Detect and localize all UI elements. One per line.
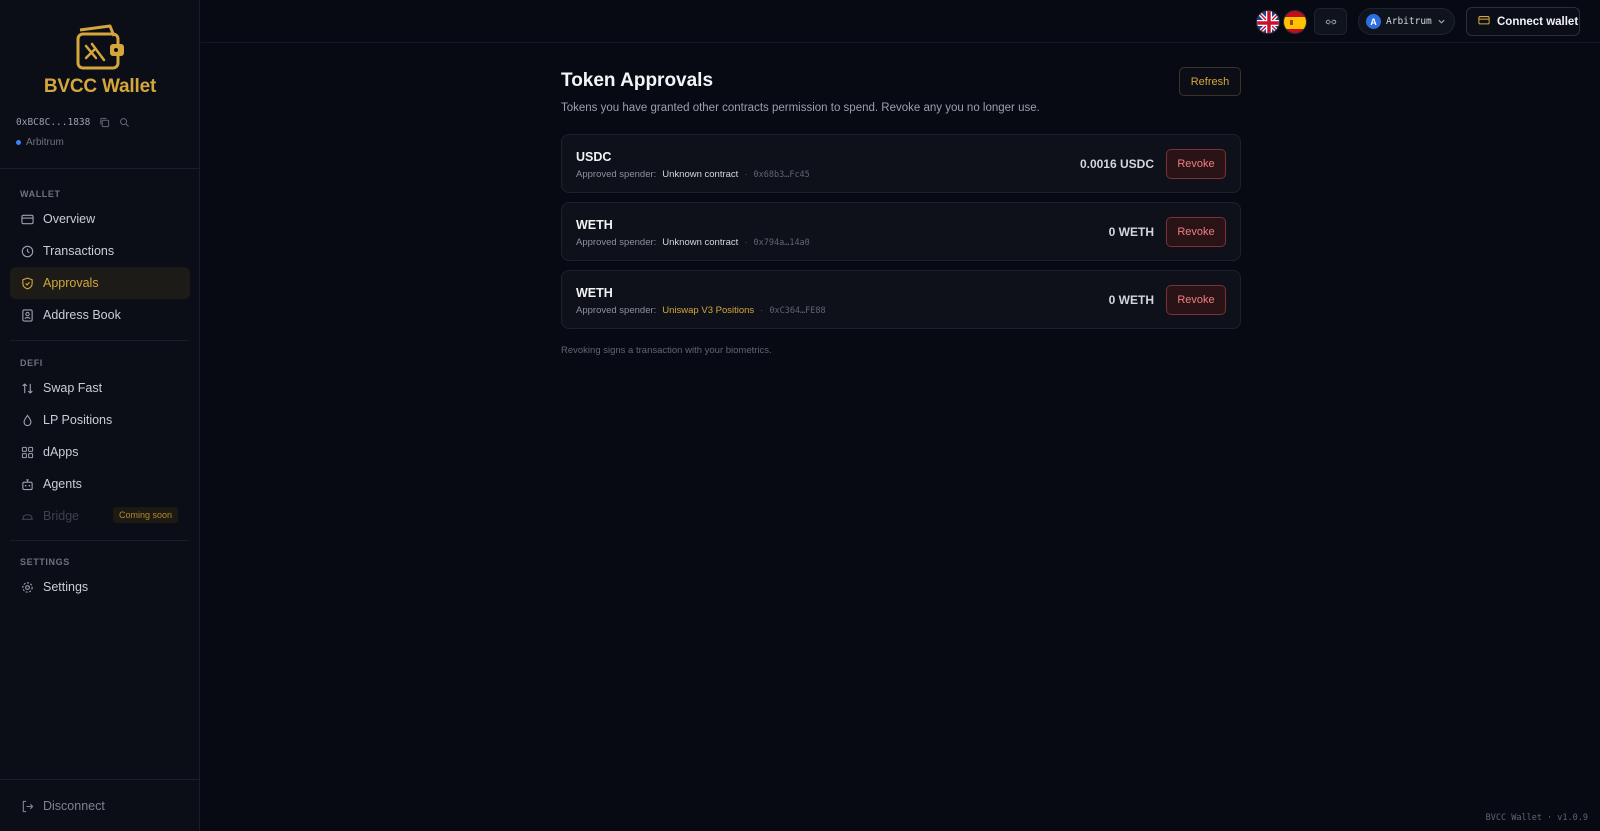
sidebar-item-label: Overview	[43, 212, 96, 226]
approval-card: USDC Approved spender: Unknown contract …	[561, 134, 1241, 193]
disconnect-label: Disconnect	[43, 799, 105, 813]
sidebar: BVCC Wallet 0xBC8C...1838 Arbitrum WALLE…	[0, 0, 200, 831]
bridge-icon	[20, 509, 34, 523]
chevron-down-icon	[1437, 14, 1446, 29]
page-subtitle: Tokens you have granted other contracts …	[561, 102, 1040, 114]
connect-wallet-button[interactable]: Connect wallet	[1466, 7, 1580, 36]
connect-wallet-label: Connect wallet	[1497, 15, 1579, 28]
spender-contract: 0x68b3…Fc45	[753, 169, 810, 180]
spender-name: Unknown contract	[662, 169, 739, 180]
spender-name: Unknown contract	[662, 237, 739, 248]
separator-dot: ·	[760, 305, 764, 316]
section-defi: DEFI	[20, 358, 43, 368]
spender-prefix: Approved spender:	[576, 169, 657, 180]
link-icon	[1325, 19, 1336, 24]
spender-name: Uniswap V3 Positions	[662, 305, 755, 316]
sidebar-item-agents[interactable]: Agents	[10, 468, 190, 500]
sidebar-divider	[0, 168, 200, 169]
english-flag-icon[interactable]	[1256, 10, 1280, 34]
spender-contract: 0xC364…FE88	[769, 305, 826, 316]
section-settings: SETTINGS	[20, 557, 70, 567]
sidebar-item-label: Approvals	[43, 276, 99, 290]
approval-card: WETH Approved spender: Uniswap V3 Positi…	[561, 270, 1241, 329]
approved-amount: 0 WETH	[1108, 293, 1154, 307]
clock-icon	[20, 244, 34, 258]
page-title: Token Approvals	[561, 70, 714, 91]
approved-amount: 0.0016 USDC	[1079, 157, 1154, 171]
sidebar-item-label: Bridge	[43, 509, 80, 523]
sidebar-item-swap-fast[interactable]: Swap Fast	[10, 372, 190, 404]
version-label: BVCC Wallet · v1.0.9	[1485, 813, 1588, 823]
revoke-button[interactable]: Revoke	[1166, 149, 1226, 179]
sidebar-item-lp-positions[interactable]: LP Positions	[10, 404, 190, 436]
refresh-button[interactable]: Refresh	[1179, 67, 1241, 96]
network-select[interactable]: A Arbitrum	[1358, 8, 1455, 35]
sidebar-item-address-book[interactable]: Address Book	[10, 299, 190, 331]
separator-dot: ·	[744, 237, 748, 248]
footnote: Revoking signs a transaction with your b…	[561, 345, 772, 356]
spender-info: Approved spender: Uniswap V3 Positions ·…	[576, 305, 826, 316]
grid-icon	[20, 445, 34, 459]
sidebar-item-label: dApps	[43, 445, 79, 459]
account-address-row: 0xBC8C...1838	[16, 116, 130, 128]
arbitrum-icon: A	[1366, 14, 1381, 29]
account-network: Arbitrum	[16, 137, 64, 148]
spender-prefix: Approved spender:	[576, 305, 657, 316]
wallet-icon	[1478, 15, 1490, 28]
sidebar-item-dapps[interactable]: dApps	[10, 436, 190, 468]
revoke-button[interactable]: Revoke	[1166, 285, 1226, 315]
sidebar-divider	[0, 779, 200, 780]
approved-amount: 0 WETH	[1108, 225, 1154, 239]
spender-contract: 0x794a…14a0	[753, 237, 810, 248]
spender-info: Approved spender: Unknown contract · 0x6…	[576, 169, 810, 180]
droplet-icon	[20, 413, 34, 427]
contact-book-icon	[20, 308, 34, 322]
brand: BVCC Wallet	[0, 22, 200, 98]
brand-name: BVCC Wallet	[43, 76, 157, 97]
spanish-flag-icon[interactable]	[1283, 10, 1307, 34]
coming-soon-badge: Coming soon	[113, 507, 179, 523]
sidebar-item-label: Agents	[43, 477, 82, 491]
sidebar-item-transactions[interactable]: Transactions	[10, 235, 190, 267]
network-status-dot	[16, 140, 21, 145]
section-wallet: WALLET	[20, 189, 61, 199]
wallet-logo-icon	[76, 24, 124, 70]
sidebar-item-approvals[interactable]: Approvals	[10, 267, 190, 299]
separator-dot: ·	[744, 169, 748, 180]
sidebar-divider	[10, 340, 188, 341]
token-symbol: USDC	[576, 150, 612, 164]
account-network-label: Arbitrum	[26, 137, 64, 148]
swap-arrows-icon	[20, 381, 34, 395]
sidebar-item-overview[interactable]: Overview	[10, 203, 190, 235]
sidebar-item-label: LP Positions	[43, 413, 113, 427]
disconnect-button[interactable]: Disconnect	[10, 790, 190, 822]
copy-icon[interactable]	[98, 116, 110, 128]
approval-card: WETH Approved spender: Unknown contract …	[561, 202, 1241, 261]
spender-prefix: Approved spender:	[576, 237, 657, 248]
spender-info: Approved spender: Unknown contract · 0x7…	[576, 237, 810, 248]
token-symbol: WETH	[576, 286, 613, 300]
link-toggle-button[interactable]	[1314, 8, 1347, 35]
approvals-panel: Token Approvals Tokens you have granted …	[561, 64, 1241, 356]
bot-icon	[20, 477, 34, 491]
revoke-button[interactable]: Revoke	[1166, 217, 1226, 247]
sidebar-item-label: Address Book	[43, 308, 121, 322]
gear-icon	[20, 580, 34, 594]
logout-icon	[20, 799, 34, 813]
account-address: 0xBC8C...1838	[16, 116, 91, 128]
sidebar-item-settings[interactable]: Settings	[10, 571, 190, 603]
sidebar-item-label: Swap Fast	[43, 381, 103, 395]
sidebar-item-bridge: Bridge Coming soon	[10, 500, 190, 532]
sidebar-item-label: Transactions	[43, 244, 115, 258]
sidebar-item-label: Settings	[43, 580, 89, 594]
network-select-label: Arbitrum	[1386, 16, 1432, 27]
sidebar-divider	[10, 540, 188, 541]
card-icon	[20, 212, 34, 226]
token-symbol: WETH	[576, 218, 613, 232]
shield-icon	[20, 276, 34, 290]
search-icon[interactable]	[118, 116, 130, 128]
topbar: A Arbitrum Connect wallet	[201, 0, 1600, 43]
